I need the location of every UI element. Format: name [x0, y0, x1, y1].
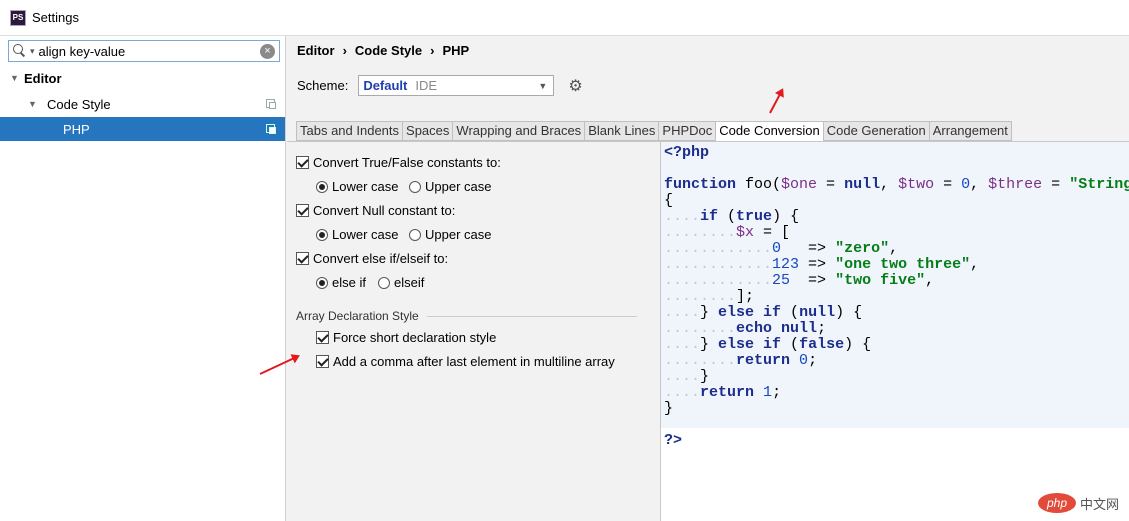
- radio-label: Lower case: [332, 179, 399, 194]
- tree-item-label: Code Style: [47, 96, 111, 112]
- true-false-lower-case-radio[interactable]: Lower case: [316, 179, 398, 194]
- settings-search: ▾ ×: [8, 40, 280, 62]
- gear-icon[interactable]: ⚙: [568, 76, 582, 96]
- checkbox-box[interactable]: [316, 355, 329, 368]
- tab-code-conversion[interactable]: Code Conversion: [715, 121, 823, 142]
- checkbox-box[interactable]: [296, 204, 309, 217]
- convert-true-false-checkbox[interactable]: Convert True/False constants to:: [296, 155, 501, 170]
- php-logo-icon: php: [1037, 493, 1076, 513]
- array-declaration-group-title: Array Declaration Style: [296, 309, 637, 323]
- tab-phpdoc[interactable]: PHPDoc: [658, 121, 716, 141]
- group-divider: [426, 315, 637, 317]
- project-scope-icon: [266, 124, 276, 134]
- tree-item-label: Editor: [24, 70, 62, 86]
- tab-arrangement[interactable]: Arrangement: [928, 121, 1012, 141]
- checkbox-box[interactable]: [316, 331, 329, 344]
- checkbox-label: Convert True/False constants to:: [313, 155, 501, 170]
- true-false-upper-case-radio[interactable]: Upper case: [409, 179, 491, 194]
- settings-content: Editor › Code Style › PHP Scheme: Defaul…: [287, 36, 1129, 521]
- group-label: Array Declaration Style: [296, 309, 419, 323]
- radio-button[interactable]: [378, 276, 390, 289]
- checkbox-label: Convert else if/elseif to:: [313, 251, 449, 266]
- radio-label: else if: [332, 275, 366, 290]
- radio-button[interactable]: [316, 276, 328, 289]
- tab-code-generation[interactable]: Code Generation: [822, 121, 929, 141]
- watermark: php 中文网: [1037, 493, 1119, 513]
- expand-triangle-icon[interactable]: ▼: [28, 99, 42, 109]
- checkbox-label: Add a comma after last element in multil…: [333, 354, 615, 369]
- null-lower-case-radio[interactable]: Lower case: [316, 227, 398, 242]
- radio-label: elseif: [394, 275, 425, 290]
- radio-label: Lower case: [332, 227, 399, 242]
- scheme-row: Scheme: Default IDE ▼ ⚙: [297, 75, 583, 96]
- breadcrumb-separator-icon: ›: [430, 43, 435, 58]
- radio-button[interactable]: [409, 180, 421, 193]
- checkbox-box[interactable]: [296, 252, 309, 265]
- search-icon[interactable]: [12, 43, 28, 59]
- null-upper-case-radio[interactable]: Upper case: [409, 227, 491, 242]
- phpstorm-logo-icon: PS: [10, 9, 26, 26]
- convert-else-if-checkbox[interactable]: Convert else if/elseif to:: [296, 251, 448, 266]
- else-if-radio[interactable]: else if: [316, 275, 366, 290]
- window-title: Settings: [32, 10, 79, 25]
- radio-label: Upper case: [425, 179, 492, 194]
- breadcrumb-item: PHP: [442, 43, 470, 58]
- radio-button[interactable]: [316, 180, 328, 193]
- code-preview: <?php function foo($one = null, $two = 0…: [660, 141, 1129, 521]
- checkbox-box[interactable]: [296, 156, 309, 169]
- radio-label: Upper case: [425, 227, 492, 242]
- project-scope-icon: [266, 99, 276, 109]
- expand-triangle-icon[interactable]: ▼: [10, 73, 24, 83]
- chevron-down-icon: ▼: [538, 80, 548, 91]
- scheme-type: IDE: [415, 78, 438, 93]
- breadcrumb: Editor › Code Style › PHP: [297, 43, 469, 58]
- convert-null-checkbox[interactable]: Convert Null constant to:: [296, 203, 455, 218]
- scheme-dropdown[interactable]: Default IDE ▼: [358, 75, 555, 96]
- search-history-chevron-icon[interactable]: ▾: [30, 46, 35, 57]
- tab-blank-lines[interactable]: Blank Lines: [584, 121, 659, 141]
- elseif-radio[interactable]: elseif: [378, 275, 424, 290]
- breadcrumb-separator-icon: ›: [342, 43, 347, 58]
- tab-wrapping-and-braces[interactable]: Wrapping and Braces: [452, 121, 585, 141]
- clear-search-icon[interactable]: ×: [260, 43, 275, 59]
- tab-bar: Tabs and Indents Spaces Wrapping and Bra…: [296, 121, 1012, 142]
- search-input[interactable]: [38, 43, 260, 59]
- tab-spaces[interactable]: Spaces: [402, 121, 453, 141]
- breadcrumb-item: Editor: [297, 43, 335, 58]
- scheme-name: Default: [363, 78, 408, 93]
- checkbox-label: Force short declaration style: [333, 330, 497, 345]
- watermark-text: 中文网: [1079, 496, 1119, 512]
- tree-item-label: PHP: [63, 121, 90, 137]
- checkbox-label: Convert Null constant to:: [313, 203, 456, 218]
- force-short-declaration-checkbox[interactable]: Force short declaration style: [316, 330, 496, 345]
- breadcrumb-item: Code Style: [354, 43, 423, 58]
- radio-button[interactable]: [409, 228, 421, 241]
- radio-button[interactable]: [316, 228, 328, 241]
- options-panel: Convert True/False constants to: Lower c…: [287, 141, 660, 521]
- tree-item-editor[interactable]: ▼ Editor: [0, 66, 285, 90]
- tab-tabs-and-indents[interactable]: Tabs and Indents: [296, 121, 403, 141]
- code-text: <?php function foo($one = null, $two = 0…: [664, 144, 1129, 449]
- settings-sidebar: ▾ × ▼ Editor ▼ Code Style PHP: [0, 36, 286, 521]
- scheme-label: Scheme:: [297, 78, 349, 93]
- title-bar: PS Settings: [0, 0, 1129, 36]
- tree-item-code-style[interactable]: ▼ Code Style: [0, 92, 285, 116]
- tree-item-php[interactable]: PHP: [0, 117, 285, 141]
- trailing-comma-checkbox[interactable]: Add a comma after last element in multil…: [316, 354, 615, 369]
